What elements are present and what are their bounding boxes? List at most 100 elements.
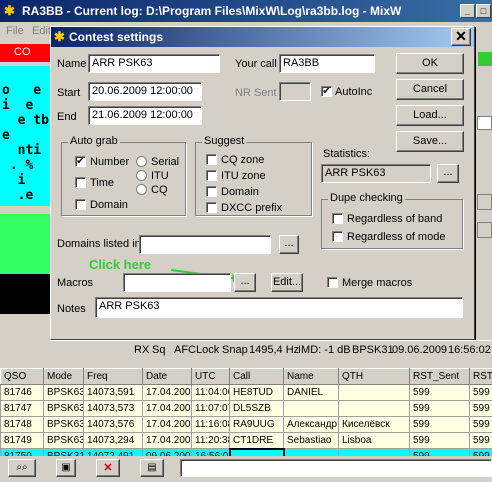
cell[interactable]: CT1DRE: [229, 432, 284, 449]
cq-radio[interactable]: [136, 184, 147, 195]
cell[interactable]: 11:04:06: [191, 384, 230, 401]
status-sq[interactable]: Sq: [152, 344, 165, 356]
col-utc[interactable]: UTC: [191, 368, 230, 385]
autoinc-checkbox[interactable]: ✔: [321, 86, 332, 97]
status-snap[interactable]: Snap: [222, 344, 248, 356]
status-afc[interactable]: AFC: [174, 344, 196, 356]
cell[interactable]: DANIEL: [283, 384, 339, 401]
end-field[interactable]: 21.06.2009 12:00:00: [88, 106, 202, 125]
cell[interactable]: 11:20:38: [191, 432, 230, 449]
cell[interactable]: 599: [409, 400, 470, 417]
cell[interactable]: 11:07:07: [191, 400, 230, 417]
ok-button[interactable]: OK: [396, 53, 464, 74]
col-rst-sent[interactable]: RST_Sent: [409, 368, 470, 385]
cell[interactable]: 599: [409, 432, 470, 449]
cell[interactable]: HE8TUD: [229, 384, 284, 401]
time-checkbox[interactable]: [75, 177, 86, 188]
number-checkbox[interactable]: ✔: [75, 156, 86, 167]
table-row[interactable]: 81749 BPSK63 14073,294 17.04.2009 11:20:38 CT…: [0, 432, 492, 449]
cq-zone-checkbox[interactable]: [206, 154, 217, 165]
table-row[interactable]: 81747 BPSK63 14073,573 17.04.2009 11:07:07 DL…: [0, 400, 492, 417]
cell[interactable]: [338, 384, 410, 401]
dxcc-checkbox[interactable]: [206, 202, 217, 213]
macros-browse-button[interactable]: ...: [234, 273, 256, 292]
cell[interactable]: 81746: [0, 384, 44, 401]
binoculars-icon[interactable]: ⌕⌕: [8, 459, 36, 477]
name-field[interactable]: ARR PSK63: [88, 54, 220, 73]
co-button[interactable]: CO: [0, 44, 50, 62]
cell[interactable]: 14073,573: [83, 400, 143, 417]
itu-zone-checkbox[interactable]: [206, 170, 217, 181]
minimize-button[interactable]: _: [460, 4, 475, 18]
cell[interactable]: [338, 400, 410, 417]
cell[interactable]: 11:16:08: [191, 416, 230, 433]
cell[interactable]: BPSK63: [43, 432, 84, 449]
cell[interactable]: 17.04.2009: [142, 400, 192, 417]
cell[interactable]: 14073,576: [83, 416, 143, 433]
cell[interactable]: 17.04.2009: [142, 432, 192, 449]
nr-sent-field[interactable]: [279, 82, 311, 101]
cell[interactable]: 17.04.2009: [142, 416, 192, 433]
cell[interactable]: Lisboa: [338, 432, 410, 449]
cell[interactable]: 14073,591: [83, 384, 143, 401]
your-call-field[interactable]: RA3BB: [279, 54, 375, 73]
domain-suggest-checkbox[interactable]: [206, 186, 217, 197]
domains-browse-button[interactable]: ...: [279, 235, 299, 254]
cell[interactable]: Киселёвск: [338, 416, 410, 433]
col-qth[interactable]: QTH: [338, 368, 410, 385]
cell[interactable]: 81747: [0, 400, 44, 417]
save-button[interactable]: Save...: [396, 131, 464, 152]
cell[interactable]: Александр: [283, 416, 339, 433]
domains-field[interactable]: [139, 235, 271, 254]
cell[interactable]: 81748: [0, 416, 44, 433]
table-row[interactable]: 81748 BPSK63 14073,576 17.04.2009 11:16:08 RA…: [0, 416, 492, 433]
delete-icon[interactable]: ✕: [96, 459, 120, 477]
cell[interactable]: 599: [469, 416, 492, 433]
cell[interactable]: BPSK63: [43, 400, 84, 417]
col-qso[interactable]: QSO: [0, 368, 44, 385]
status-rx[interactable]: RX: [134, 344, 149, 356]
serial-radio[interactable]: [136, 156, 147, 167]
statistics-browse-button[interactable]: ...: [437, 164, 459, 183]
maximize-button[interactable]: □: [476, 4, 491, 18]
cancel-button[interactable]: Cancel: [396, 79, 464, 100]
domain-grab-checkbox[interactable]: [75, 199, 86, 210]
cell[interactable]: 81749: [0, 432, 44, 449]
menu-file[interactable]: File: [6, 25, 24, 37]
itu-radio[interactable]: [136, 170, 147, 181]
add-record-icon[interactable]: ▣: [56, 459, 76, 477]
right-button-1[interactable]: [477, 194, 492, 210]
col-freq[interactable]: Freq: [83, 368, 143, 385]
load-button[interactable]: Load...: [396, 105, 464, 126]
waterfall-panel[interactable]: [0, 274, 50, 314]
table-row[interactable]: 81746 BPSK63 14073,591 17.04.2009 11:04:06 HE…: [0, 384, 492, 401]
save-log-icon[interactable]: ▤: [140, 459, 164, 477]
cell[interactable]: 599: [469, 384, 492, 401]
cell[interactable]: [283, 400, 339, 417]
cell[interactable]: 14073,294: [83, 432, 143, 449]
cell[interactable]: RA9UUG: [229, 416, 284, 433]
cell[interactable]: 599: [469, 432, 492, 449]
cell[interactable]: BPSK63: [43, 416, 84, 433]
notes-field[interactable]: ARR PSK63: [95, 297, 463, 318]
cell[interactable]: 17.04.2009: [142, 384, 192, 401]
col-date[interactable]: Date: [142, 368, 192, 385]
menu-edit[interactable]: Edit: [32, 25, 51, 37]
col-call[interactable]: Call: [229, 368, 284, 385]
macros-field[interactable]: [123, 273, 231, 292]
dialog-close-button[interactable]: ✕: [451, 28, 471, 46]
statistics-field[interactable]: ARR PSK63: [321, 164, 431, 183]
merge-macros-checkbox[interactable]: [327, 277, 338, 288]
cell[interactable]: 599: [409, 384, 470, 401]
cell[interactable]: 599: [409, 416, 470, 433]
cell[interactable]: DL5SZB: [229, 400, 284, 417]
status-lock[interactable]: Lock: [196, 344, 219, 356]
col-mode[interactable]: Mode: [43, 368, 84, 385]
start-field[interactable]: 20.06.2009 12:00:00: [88, 82, 202, 101]
regardless-mode-checkbox[interactable]: [332, 231, 343, 242]
cell[interactable]: 599: [469, 400, 492, 417]
status-mode[interactable]: BPSK31: [352, 344, 394, 356]
right-button-2[interactable]: [477, 222, 492, 238]
log-filter-field[interactable]: [180, 459, 492, 477]
col-rst[interactable]: RST: [469, 368, 492, 385]
